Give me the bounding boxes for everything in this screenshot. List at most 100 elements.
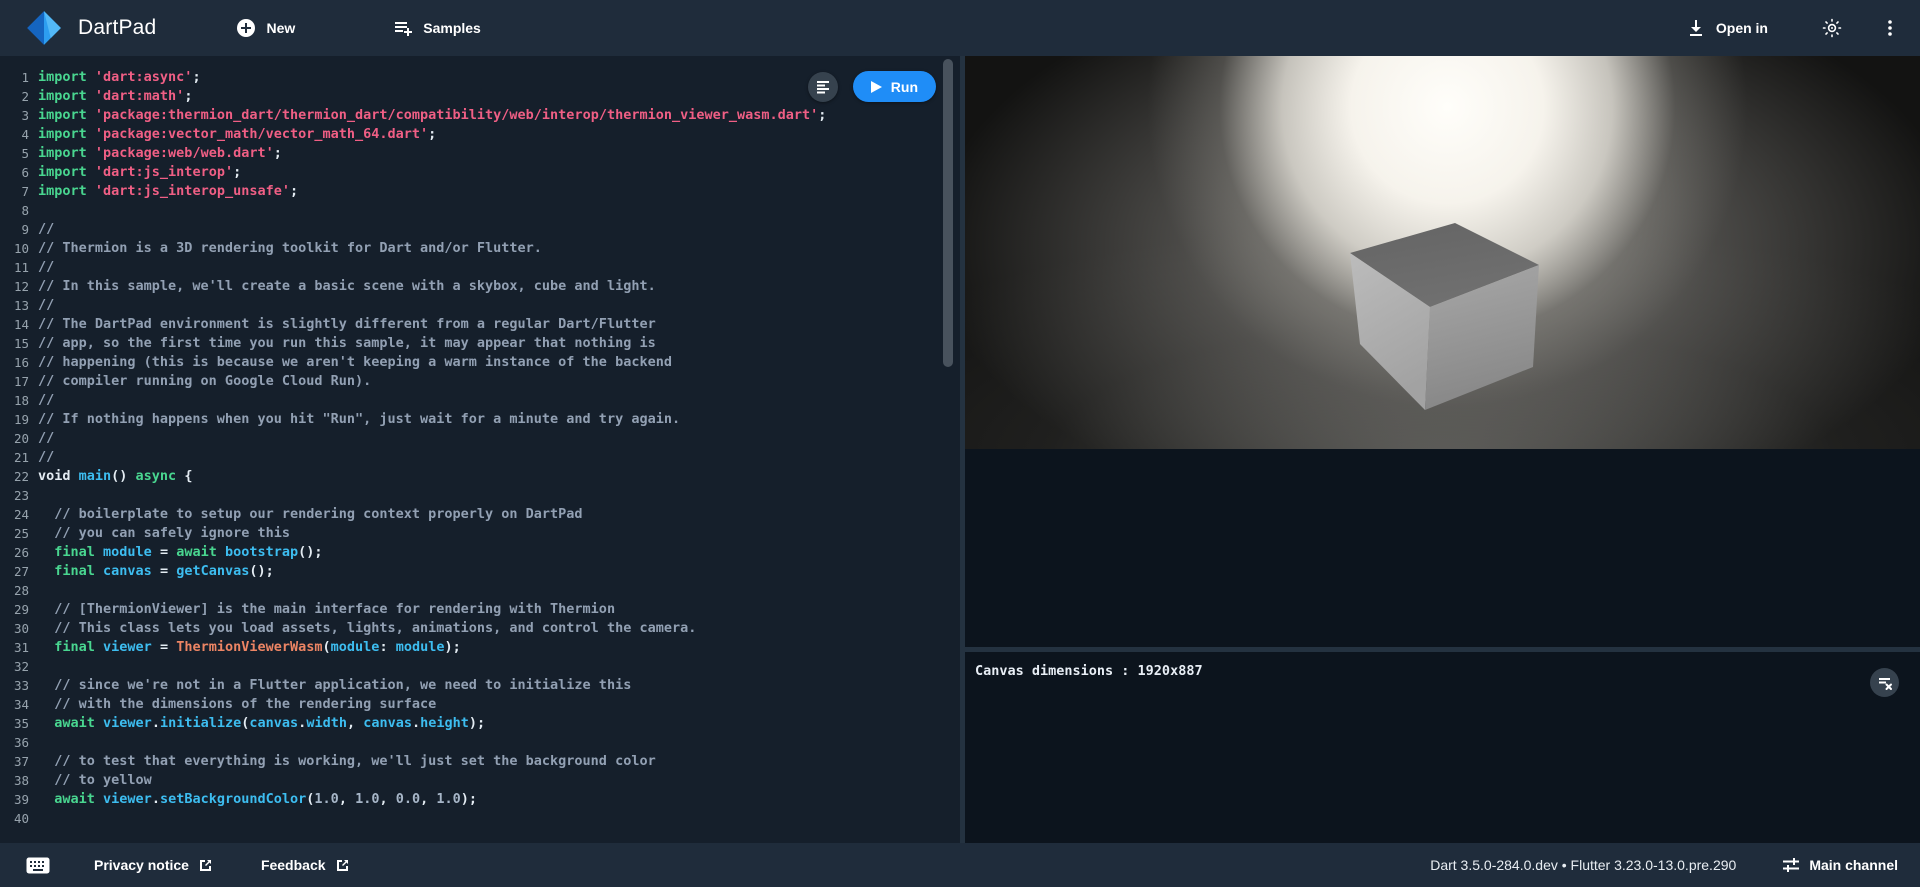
code-row: 30 // This class lets you load assets, l…: [0, 619, 960, 638]
line-number: 23: [0, 486, 38, 505]
line-number: 35: [0, 714, 38, 733]
line-number: 29: [0, 600, 38, 619]
code-row: 39 await viewer.setBackgroundColor(1.0, …: [0, 790, 960, 809]
code-row: 5import 'package:web/web.dart';: [0, 144, 960, 163]
code-line: // Thermion is a 3D rendering toolkit fo…: [38, 239, 542, 258]
playlist-add-icon: [393, 18, 413, 38]
line-number: 13: [0, 296, 38, 315]
code-row: 15// app, so the first time you run this…: [0, 334, 960, 353]
code-row: 33 // since we're not in a Flutter appli…: [0, 676, 960, 695]
run-button[interactable]: Run: [853, 71, 936, 102]
sun-icon: [1822, 18, 1842, 38]
clear-console-icon: [1877, 675, 1893, 691]
console-output: Canvas dimensions : 1920x887: [965, 652, 1920, 679]
format-button[interactable]: [808, 72, 838, 102]
render-canvas[interactable]: [965, 56, 1920, 449]
code-line: //: [38, 391, 54, 410]
download-icon: [1686, 18, 1706, 38]
code-row: 21//: [0, 448, 960, 467]
code-row: 7import 'dart:js_interop_unsafe';: [0, 182, 960, 201]
code-editor[interactable]: 1import 'dart:async';2import 'dart:math'…: [0, 56, 960, 843]
code-row: 6import 'dart:js_interop';: [0, 163, 960, 182]
code-line: // happening (this is because we aren't …: [38, 353, 672, 372]
code-row: 24 // boilerplate to setup our rendering…: [0, 505, 960, 524]
code-row: 17// compiler running on Google Cloud Ru…: [0, 372, 960, 391]
code-line: import 'dart:js_interop_unsafe';: [38, 182, 298, 201]
cube-render: [965, 56, 1920, 449]
code-line: //: [38, 296, 54, 315]
code-line: import 'package:web/web.dart';: [38, 144, 282, 163]
code-row: 3import 'package:thermion_dart/thermion_…: [0, 106, 960, 125]
code-row: 20//: [0, 429, 960, 448]
code-line: // boilerplate to setup our rendering co…: [38, 505, 583, 524]
line-number: 26: [0, 543, 38, 562]
line-number: 34: [0, 695, 38, 714]
code-row: 36: [0, 733, 960, 752]
samples-button[interactable]: Samples: [383, 10, 491, 46]
line-number: 1: [0, 68, 38, 87]
line-number: 15: [0, 334, 38, 353]
code-row: 22void main() async {: [0, 467, 960, 486]
line-number: 6: [0, 163, 38, 182]
code-line: import 'dart:math';: [38, 87, 192, 106]
privacy-notice-link[interactable]: Privacy notice: [94, 857, 213, 873]
line-number: 38: [0, 771, 38, 790]
code-row: 35 await viewer.initialize(canvas.width,…: [0, 714, 960, 733]
code-line: // The DartPad environment is slightly d…: [38, 315, 656, 334]
line-number: 3: [0, 106, 38, 125]
open-in-button[interactable]: Open in: [1676, 10, 1778, 46]
code-row: 27 final canvas = getCanvas();: [0, 562, 960, 581]
code-lines: 1import 'dart:async';2import 'dart:math'…: [0, 68, 960, 828]
code-line: void main() async {: [38, 467, 192, 486]
format-align-left-icon: [815, 79, 831, 95]
code-line: import 'dart:js_interop';: [38, 163, 241, 182]
brightness-toggle[interactable]: [1816, 12, 1848, 44]
code-row: 37 // to test that everything is working…: [0, 752, 960, 771]
feedback-label: Feedback: [261, 857, 326, 873]
line-number: 19: [0, 410, 38, 429]
privacy-notice-label: Privacy notice: [94, 857, 189, 873]
overflow-menu-button[interactable]: [1874, 12, 1906, 44]
line-number: 12: [0, 277, 38, 296]
line-number: 33: [0, 676, 38, 695]
feedback-link[interactable]: Feedback: [261, 857, 350, 873]
line-number: 25: [0, 524, 38, 543]
keyboard-icon: [26, 857, 50, 874]
code-line: //: [38, 448, 54, 467]
line-number: 2: [0, 87, 38, 106]
channel-selector[interactable]: Main channel: [1782, 857, 1898, 873]
dartpad-app: DartPad New Samples: [0, 0, 1920, 887]
open-in-new-icon: [335, 858, 350, 873]
line-number: 10: [0, 239, 38, 258]
code-row: 4import 'package:vector_math/vector_math…: [0, 125, 960, 144]
code-row: 10// Thermion is a 3D rendering toolkit …: [0, 239, 960, 258]
code-row: 11//: [0, 258, 960, 277]
code-line: //: [38, 220, 54, 239]
code-row: 16// happening (this is because we aren'…: [0, 353, 960, 372]
line-number: 20: [0, 429, 38, 448]
code-row: 8: [0, 201, 960, 220]
code-row: 9//: [0, 220, 960, 239]
keyboard-shortcuts-button[interactable]: [26, 857, 50, 874]
clear-console-button[interactable]: [1870, 668, 1899, 697]
line-number: 18: [0, 391, 38, 410]
dartpad-logo-icon: [26, 10, 62, 46]
console-panel: Canvas dimensions : 1920x887: [965, 647, 1920, 843]
line-number: 22: [0, 467, 38, 486]
line-number: 16: [0, 353, 38, 372]
editor-scrollbar-thumb[interactable]: [943, 59, 953, 367]
line-number: 30: [0, 619, 38, 638]
app-title: DartPad: [78, 16, 156, 40]
line-number: 17: [0, 372, 38, 391]
brand: DartPad: [26, 10, 156, 46]
code-line: // you can safely ignore this: [38, 524, 290, 543]
line-number: 9: [0, 220, 38, 239]
play-icon: [871, 81, 882, 93]
pane-spacer: [965, 449, 1920, 647]
code-row: 38 // to yellow: [0, 771, 960, 790]
new-button[interactable]: New: [226, 10, 305, 46]
code-row: 23: [0, 486, 960, 505]
code-line: // to test that everything is working, w…: [38, 752, 656, 771]
code-line: // This class lets you load assets, ligh…: [38, 619, 696, 638]
tune-icon: [1782, 857, 1800, 873]
